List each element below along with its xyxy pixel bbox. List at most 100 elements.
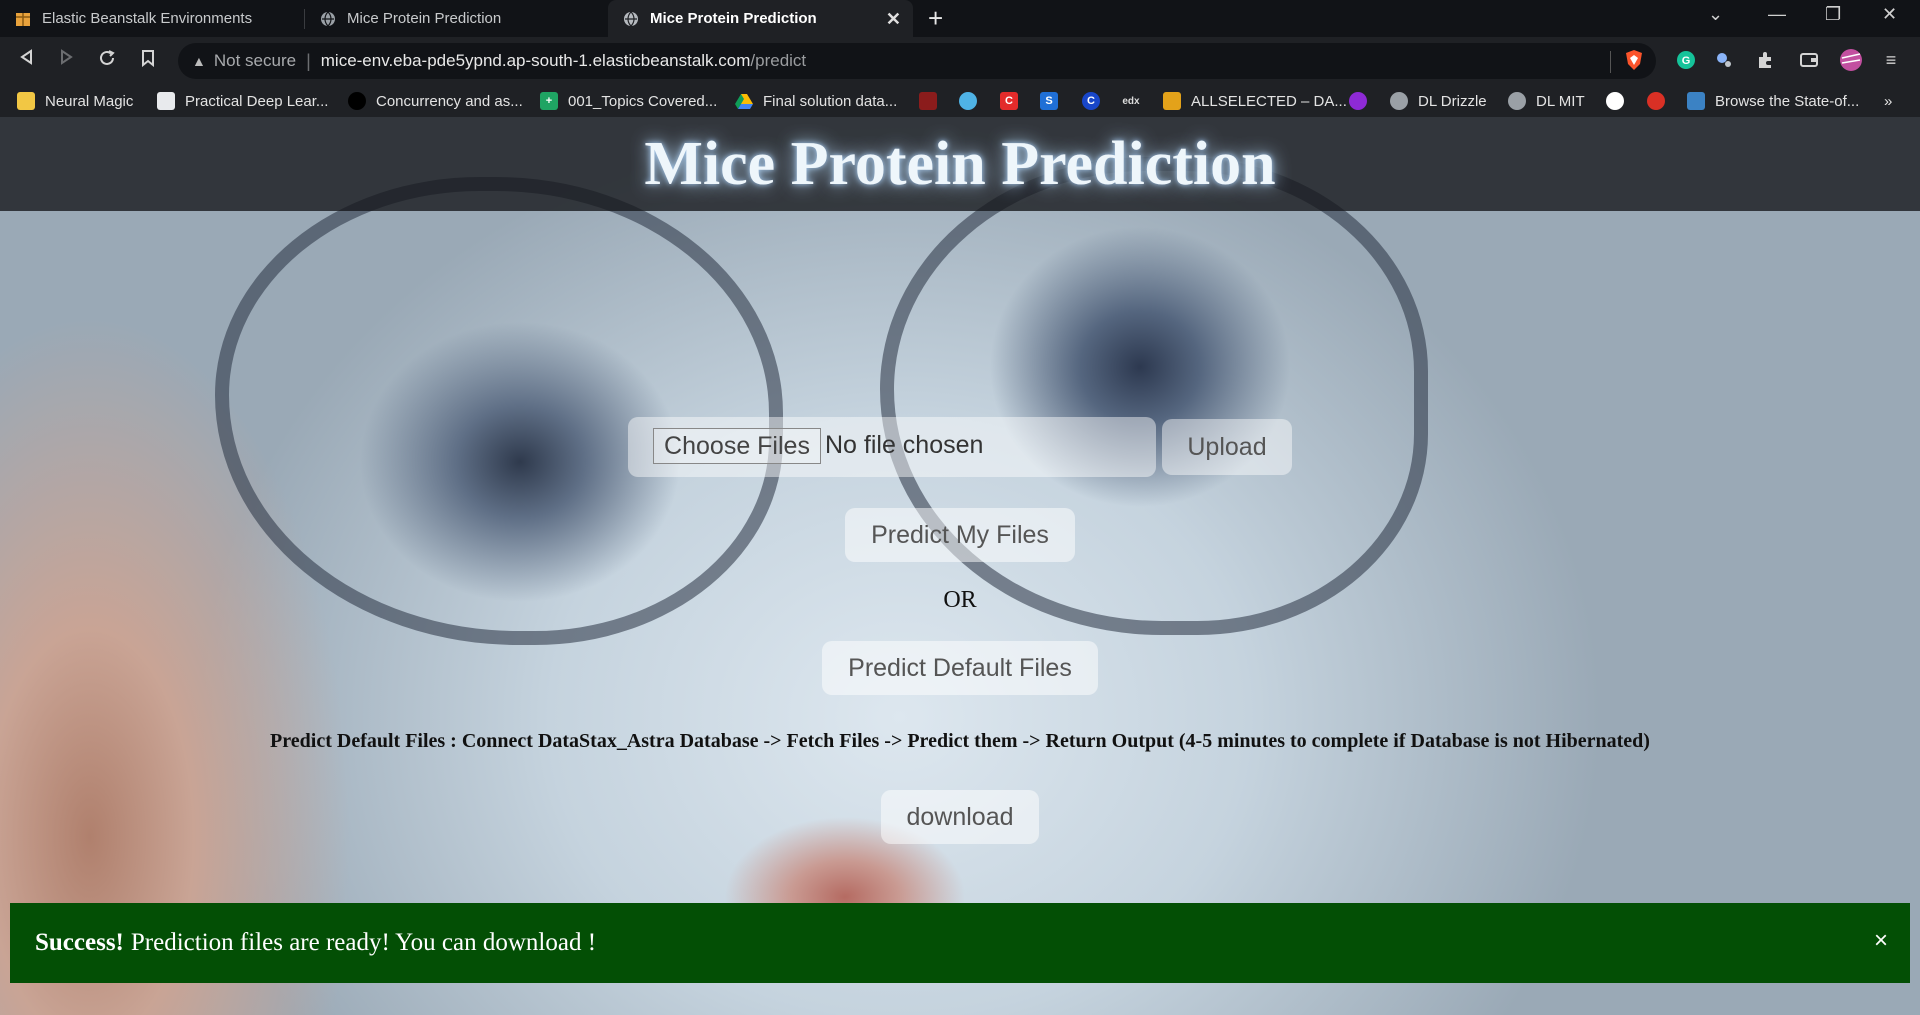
site-icon: C <box>1000 92 1018 110</box>
bookmark-icon-only[interactable]: S <box>1040 85 1068 117</box>
globe-icon <box>319 10 337 28</box>
bookmark-label: Practical Deep Lear... <box>185 92 329 110</box>
avatar[interactable] <box>1839 48 1863 72</box>
extension-icon[interactable] <box>1712 48 1736 72</box>
bookmark-browse-state-of[interactable]: Browse the State-of... <box>1687 85 1859 117</box>
edx-icon: edx <box>1122 95 1140 107</box>
github-icon <box>1606 92 1624 110</box>
bookmark-github[interactable] <box>1606 85 1634 117</box>
site-icon <box>1687 92 1705 110</box>
download-button[interactable]: download <box>881 790 1039 844</box>
close-window-icon[interactable]: ✕ <box>1882 4 1897 25</box>
omnibox-divider: | <box>306 50 311 71</box>
grammarly-icon[interactable]: G <box>1674 48 1698 72</box>
omnibox-end-divider <box>1610 51 1611 73</box>
folder-icon <box>17 92 35 110</box>
bookmark-icon-only[interactable] <box>1349 85 1377 117</box>
globe-icon <box>622 10 640 28</box>
doc-icon <box>157 92 175 110</box>
aws-box-icon <box>14 10 32 28</box>
tab-search-icon[interactable]: ⌄ <box>1708 4 1723 25</box>
bookmark-label: 001_Topics Covered... <box>568 92 718 110</box>
warning-icon[interactable]: ▲ <box>192 53 206 69</box>
bookmark-icon-only[interactable]: edx <box>1122 85 1150 117</box>
predict-default-files-button[interactable]: Predict Default Files <box>822 641 1098 695</box>
bookmark-neural-magic[interactable]: Neural Magic <box>17 85 133 117</box>
file-status-text: No file chosen <box>825 431 984 459</box>
tab-title: Mice Protein Prediction <box>347 10 502 27</box>
site-icon: C <box>1082 92 1100 110</box>
brave-shield-icon[interactable] <box>1622 48 1646 72</box>
bookmark-label: Concurrency and as... <box>376 92 523 110</box>
success-alert: Success! Prediction files are ready! You… <box>10 903 1910 983</box>
menu-icon[interactable]: ≡ <box>1879 48 1903 72</box>
tab-title: Mice Protein Prediction <box>650 10 817 27</box>
sheets-icon: + <box>540 92 558 110</box>
background-goggle-left <box>215 177 783 645</box>
bookmark-allselected[interactable]: ALLSELECTED – DA... <box>1163 85 1347 117</box>
bookmark-icon-only[interactable]: C <box>1082 85 1110 117</box>
drive-icon <box>735 92 753 110</box>
site-icon: S <box>1040 92 1058 110</box>
tab-elastic-beanstalk[interactable]: Elastic Beanstalk Environments <box>0 0 305 37</box>
bookmark-label: ALLSELECTED – DA... <box>1191 92 1347 110</box>
bookmark-label: Neural Magic <box>45 92 134 110</box>
bookmark-icon-only[interactable] <box>959 85 987 117</box>
bookmark-dl-mit[interactable]: DL MIT <box>1508 85 1585 117</box>
browser-toolbar: ▲ Not secure | mice-env.eba-pde5ypnd.ap-… <box>0 37 1920 85</box>
site-icon <box>1163 92 1181 110</box>
file-upload-form: Choose Files No file chosen <box>628 417 1156 477</box>
site-icon <box>1349 92 1367 110</box>
address-bar[interactable]: ▲ Not secure | mice-env.eba-pde5ypnd.ap-… <box>178 43 1656 79</box>
svg-text:G: G <box>1682 55 1691 67</box>
site-icon <box>348 92 366 110</box>
page-viewport: Mice Protein Prediction Choose Files No … <box>0 117 1920 1015</box>
globe-icon <box>1508 92 1526 110</box>
upload-button[interactable]: Upload <box>1162 419 1292 475</box>
predict-default-description: Predict Default Files : Connect DataStax… <box>270 730 1650 752</box>
site-icon <box>919 92 937 110</box>
minimize-icon[interactable]: — <box>1768 4 1786 25</box>
wallet-icon[interactable] <box>1797 48 1821 72</box>
bookmark-icon[interactable] <box>141 49 155 72</box>
puzzle-icon[interactable] <box>1754 48 1778 72</box>
restore-icon[interactable]: ❐ <box>1825 4 1841 25</box>
tab-title: Elastic Beanstalk Environments <box>42 10 253 27</box>
more-bookmarks-icon[interactable]: » <box>1884 85 1892 117</box>
bookmark-icon-only[interactable]: C <box>1000 85 1028 117</box>
tab-mice-protein-1[interactable]: Mice Protein Prediction <box>305 0 608 37</box>
bookmark-label: Browse the State-of... <box>1715 92 1860 110</box>
site-icon <box>1647 92 1665 110</box>
alert-strong: Success! <box>35 929 124 956</box>
choose-files-button[interactable]: Choose Files <box>653 428 821 464</box>
new-tab-icon[interactable]: + <box>928 5 943 31</box>
back-icon[interactable] <box>19 49 33 70</box>
globe-icon <box>1390 92 1408 110</box>
security-label[interactable]: Not secure <box>214 51 296 71</box>
bookmark-icon-only[interactable] <box>919 85 947 117</box>
bookmark-label: DL MIT <box>1536 92 1585 110</box>
alert-message: Prediction files are ready! You can down… <box>130 929 597 956</box>
bookmark-concurrency[interactable]: Concurrency and as... <box>348 85 523 117</box>
reload-icon[interactable] <box>98 49 116 72</box>
tab-mice-protein-active[interactable]: Mice Protein Prediction ✕ <box>608 0 913 37</box>
url-path[interactable]: /predict <box>750 51 806 71</box>
bookmark-topics-covered[interactable]: + 001_Topics Covered... <box>540 85 717 117</box>
forward-icon[interactable] <box>60 49 74 70</box>
bookmark-icon-only[interactable] <box>1647 85 1675 117</box>
bookmark-final-solution[interactable]: Final solution data... <box>735 85 897 117</box>
close-tab-icon[interactable]: ✕ <box>886 9 901 30</box>
page-title: Mice Protein Prediction <box>644 130 1276 198</box>
predict-my-files-button[interactable]: Predict My Files <box>845 508 1075 562</box>
site-icon <box>959 92 977 110</box>
tab-strip: Elastic Beanstalk Environments Mice Prot… <box>0 0 1920 37</box>
bookmarks-bar: Neural Magic Practical Deep Lear... Conc… <box>0 85 1920 117</box>
or-separator: OR <box>943 587 977 613</box>
url-host[interactable]: mice-env.eba-pde5ypnd.ap-south-1.elastic… <box>321 51 751 71</box>
close-alert-icon[interactable]: × <box>1874 927 1888 955</box>
bookmark-label: DL Drizzle <box>1418 92 1487 110</box>
bookmark-label: Final solution data... <box>763 92 898 110</box>
bookmark-dl-drizzle[interactable]: DL Drizzle <box>1390 85 1487 117</box>
bookmark-practical-deep-learning[interactable]: Practical Deep Lear... <box>157 85 328 117</box>
background-goggle-right <box>880 157 1428 635</box>
